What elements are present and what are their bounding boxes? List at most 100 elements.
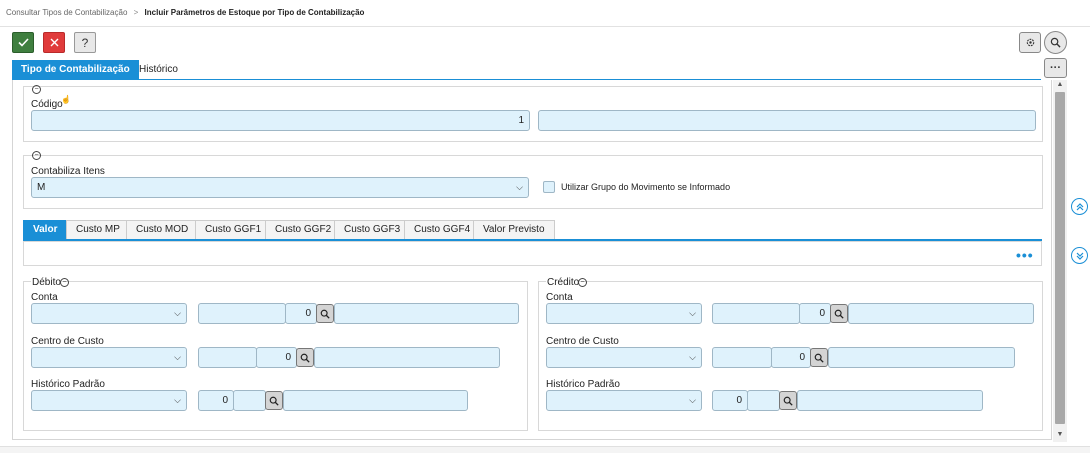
- header-divider: [0, 26, 1090, 27]
- debito-centro-description[interactable]: [314, 347, 500, 368]
- double-chevron-down-icon: [1076, 252, 1083, 260]
- scrollbar-thumb[interactable]: [1055, 92, 1065, 424]
- debito-centro-search-button[interactable]: [296, 348, 314, 367]
- contabiliza-selected: M: [37, 182, 46, 193]
- contabiliza-label: Contabiliza Itens: [31, 166, 105, 177]
- collapse-debito-icon[interactable]: −: [60, 278, 69, 287]
- credito-conta-select[interactable]: ⌵: [546, 303, 702, 324]
- tab-tipo-contabilizacao[interactable]: Tipo de Contabilização: [12, 60, 139, 79]
- credito-historico-label: Histórico Padrão: [546, 379, 620, 390]
- chevron-down-icon: ⌵: [174, 308, 181, 318]
- codigo-description-input[interactable]: [538, 110, 1036, 131]
- check-icon: [17, 38, 29, 47]
- close-icon: [50, 38, 58, 47]
- credito-conta-label: Conta: [546, 292, 573, 303]
- debito-historico-description[interactable]: [283, 390, 468, 411]
- double-chevron-up-icon: [1076, 202, 1083, 210]
- breadcrumb: Consultar Tipos de Contabilização > Incl…: [6, 8, 364, 17]
- credito-centro-value[interactable]: 0: [771, 347, 811, 368]
- settings-button[interactable]: [1019, 32, 1041, 53]
- subtab-toolbar: [23, 241, 1042, 266]
- chevron-down-icon: ⌵: [689, 308, 696, 318]
- subtab-more-button[interactable]: •••: [1016, 247, 1034, 263]
- search-icon: [269, 396, 279, 406]
- credito-historico-search-button[interactable]: [779, 391, 797, 410]
- contabiliza-select[interactable]: M ⌵: [31, 177, 529, 198]
- collapse-codigo-icon[interactable]: −: [32, 85, 41, 94]
- search-icon: [1050, 37, 1061, 48]
- debito-centro-value[interactable]: 0: [256, 347, 297, 368]
- debito-conta-description[interactable]: [334, 303, 519, 324]
- debito-historico-search-button[interactable]: [265, 391, 283, 410]
- help-label: ?: [81, 35, 89, 50]
- credito-centro-input[interactable]: [712, 347, 772, 368]
- credito-historico-input[interactable]: [747, 390, 780, 411]
- subtab-custo-mp[interactable]: Custo MP: [66, 220, 130, 239]
- credito-centro-search-button[interactable]: [810, 348, 828, 367]
- subtab-custo-mod[interactable]: Custo MOD: [126, 220, 199, 239]
- help-button[interactable]: ?: [74, 32, 96, 53]
- collapse-contabiliza-icon[interactable]: −: [32, 151, 41, 160]
- bottom-edge: [0, 446, 1090, 453]
- chevron-down-icon: ⌵: [516, 182, 523, 192]
- gear-icon: [1026, 38, 1034, 47]
- debito-historico-value[interactable]: 0: [198, 390, 234, 411]
- subtab-custo-ggf4[interactable]: Custo GGF4: [404, 220, 481, 239]
- debito-centro-input[interactable]: [198, 347, 257, 368]
- debito-conta-label: Conta: [31, 292, 58, 303]
- chevron-down-icon: ⌵: [689, 395, 696, 405]
- debito-centro-label: Centro de Custo: [31, 336, 104, 347]
- credito-historico-value[interactable]: 0: [712, 390, 748, 411]
- chevron-down-icon: ⌵: [689, 352, 696, 362]
- debito-historico-label: Histórico Padrão: [31, 379, 105, 390]
- breadcrumb-parent-link[interactable]: Consultar Tipos de Contabilização: [6, 8, 127, 17]
- credito-centro-label: Centro de Custo: [546, 336, 619, 347]
- credito-centro-description[interactable]: [828, 347, 1015, 368]
- search-icon: [320, 309, 330, 319]
- subtab-valor[interactable]: Valor: [23, 220, 68, 239]
- scroll-up-arrow-icon[interactable]: ▲: [1054, 81, 1066, 90]
- scroll-down-arrow-icon[interactable]: ▼: [1054, 431, 1066, 440]
- credito-centro-select[interactable]: ⌵: [546, 347, 702, 368]
- credito-conta-value[interactable]: 0: [799, 303, 831, 324]
- search-icon: [783, 396, 793, 406]
- subtab-custo-ggf1[interactable]: Custo GGF1: [195, 220, 272, 239]
- codigo-label: Código: [31, 99, 63, 110]
- cancel-button[interactable]: [43, 32, 65, 53]
- confirm-button[interactable]: [12, 32, 34, 53]
- debito-historico-input[interactable]: [233, 390, 266, 411]
- codigo-input[interactable]: 1: [31, 110, 530, 131]
- search-icon: [834, 309, 844, 319]
- subtab-custo-ggf2[interactable]: Custo GGF2: [265, 220, 342, 239]
- cursor-icon: ☝: [61, 95, 71, 104]
- page-title: Incluir Parâmetros de Estoque por Tipo d…: [144, 8, 365, 17]
- credito-conta-search-button[interactable]: [830, 304, 848, 323]
- search-icon: [814, 353, 824, 363]
- search-icon: [300, 353, 310, 363]
- utilizar-grupo-checkbox[interactable]: [543, 181, 555, 193]
- collapse-credito-icon[interactable]: −: [578, 278, 587, 287]
- tab-historico[interactable]: Histórico: [139, 60, 178, 79]
- debito-centro-select[interactable]: ⌵: [31, 347, 187, 368]
- debito-conta-search-button[interactable]: [316, 304, 334, 323]
- more-options-button[interactable]: ···: [1044, 58, 1067, 78]
- chevron-down-icon: ⌵: [174, 352, 181, 362]
- subtab-custo-ggf3[interactable]: Custo GGF3: [334, 220, 411, 239]
- debito-conta-input[interactable]: [198, 303, 286, 324]
- debito-conta-select[interactable]: ⌵: [31, 303, 187, 324]
- credito-conta-description[interactable]: [848, 303, 1034, 324]
- subtab-valor-previsto[interactable]: Valor Previsto: [473, 220, 555, 239]
- credito-title: Crédito: [546, 277, 581, 288]
- credito-conta-input[interactable]: [712, 303, 800, 324]
- utilizar-grupo-label: Utilizar Grupo do Movimento se Informado: [561, 182, 731, 192]
- scroll-top-button[interactable]: [1071, 198, 1088, 215]
- scroll-bottom-button[interactable]: [1071, 247, 1088, 264]
- debito-conta-value[interactable]: 0: [285, 303, 317, 324]
- global-search-button[interactable]: [1044, 31, 1067, 54]
- chevron-down-icon: ⌵: [174, 395, 181, 405]
- debito-historico-select[interactable]: ⌵: [31, 390, 187, 411]
- credito-historico-description[interactable]: [797, 390, 983, 411]
- credito-historico-select[interactable]: ⌵: [546, 390, 702, 411]
- debito-title: Débito: [31, 277, 62, 288]
- breadcrumb-separator: >: [133, 8, 139, 17]
